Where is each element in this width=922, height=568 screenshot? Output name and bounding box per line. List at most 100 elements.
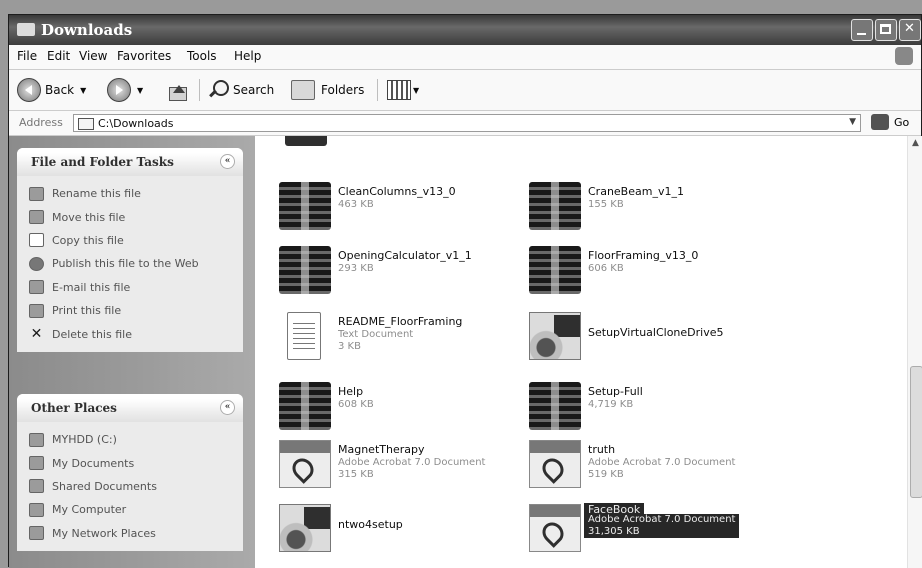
file-item[interactable]: FloorFraming_v13_0 606 KB (529, 242, 779, 298)
back-button[interactable]: Back ▼ (17, 76, 86, 104)
other-places-panel: Other Places « MYHDD (C:) My Documents S… (17, 394, 243, 551)
rar-archive-icon (279, 182, 331, 230)
back-dropdown-icon[interactable]: ▼ (80, 86, 86, 95)
task-label: Publish this file to the Web (52, 257, 199, 271)
place-my-computer[interactable]: My Computer (29, 498, 243, 521)
toolbar: Back ▼ ▼ Search Folders ▼ (9, 70, 921, 111)
file-item[interactable]: SetupVirtualCloneDrive5 (529, 308, 779, 364)
task-print[interactable]: Print this file (29, 299, 243, 322)
menu-tools[interactable]: Tools (187, 49, 217, 63)
close-button[interactable] (899, 19, 921, 41)
maximize-button[interactable] (875, 19, 897, 41)
file-item[interactable]: truth Adobe Acrobat 7.0 Document 519 KB (529, 436, 779, 492)
globe-icon (29, 256, 44, 271)
file-name: truth (588, 443, 616, 456)
network-places-icon (29, 526, 44, 541)
forward-arrow-icon (107, 78, 131, 102)
scroll-up-icon[interactable]: ▲ (912, 138, 919, 148)
file-name: ntwo4setup (338, 518, 403, 531)
file-name: SetupVirtualCloneDrive5 (588, 326, 724, 339)
collapse-icon[interactable]: « (220, 400, 235, 415)
file-item[interactable]: Help 608 KB (279, 378, 529, 434)
pdf-icon (529, 440, 581, 488)
file-item[interactable]: CraneBeam_v1_1 155 KB (529, 178, 779, 234)
go-button[interactable]: Go (871, 114, 909, 130)
file-list: CleanColumns_v13_0 463 KB CraneBeam_v1_1… (255, 136, 907, 568)
vertical-scrollbar[interactable]: ▲ (907, 136, 922, 568)
task-label: Copy this file (52, 233, 124, 247)
views-icon (387, 80, 411, 100)
file-name: CleanColumns_v13_0 (338, 185, 456, 198)
menu-file[interactable]: File (17, 49, 37, 63)
file-meta: 608 KB (338, 399, 374, 410)
menu-view[interactable]: View (79, 49, 107, 63)
title-bar[interactable]: Downloads (9, 15, 921, 45)
file-item[interactable]: MagnetTherapy Adobe Acrobat 7.0 Document… (279, 436, 529, 492)
file-name: Help (338, 385, 364, 398)
file-meta: Adobe Acrobat 7.0 Document 519 KB (588, 457, 736, 480)
panel-header[interactable]: Other Places « (17, 394, 243, 422)
my-documents-icon (29, 456, 44, 471)
file-name: FloorFraming_v13_0 (588, 249, 699, 262)
place-myhdd[interactable]: MYHDD (C:) (29, 428, 243, 451)
toolbar-separator (377, 79, 378, 101)
task-rename[interactable]: Rename this file (29, 182, 243, 205)
folder-icon (78, 118, 94, 130)
task-copy[interactable]: Copy this file (29, 229, 243, 252)
shared-documents-icon (29, 479, 44, 494)
back-arrow-icon (17, 78, 41, 102)
file-item[interactable]: OpeningCalculator_v1_1 293 KB (279, 242, 529, 298)
menu-favorites[interactable]: Favorites (117, 49, 171, 63)
window-title: Downloads (41, 21, 133, 39)
menu-help[interactable]: Help (234, 49, 261, 63)
file-meta: 4,719 KB (588, 399, 634, 410)
installer-icon (529, 312, 581, 360)
task-email[interactable]: E-mail this file (29, 276, 243, 299)
folders-label: Folders (321, 83, 365, 97)
copy-icon (29, 233, 44, 248)
folders-button[interactable]: Folders (291, 76, 364, 104)
place-label: My Network Places (52, 526, 156, 540)
email-icon (29, 280, 44, 295)
collapse-icon[interactable]: « (220, 154, 235, 169)
forward-dropdown-icon[interactable]: ▼ (137, 86, 143, 95)
file-item[interactable]: README_FloorFraming Text Document 3 KB (279, 308, 529, 364)
installer-icon (279, 504, 331, 552)
task-delete[interactable]: ✕ Delete this file (29, 322, 243, 345)
file-name: CraneBeam_v1_1 (588, 185, 684, 198)
address-value: C:\Downloads (98, 117, 174, 130)
search-button[interactable]: Search (207, 76, 274, 104)
go-arrow-icon (871, 114, 889, 130)
place-network[interactable]: My Network Places (29, 522, 243, 545)
minimize-button[interactable] (851, 19, 873, 41)
file-item[interactable]: ntwo4setup (279, 500, 529, 556)
drive-icon (29, 432, 44, 447)
partial-file-icon[interactable] (285, 136, 327, 146)
pdf-icon (529, 504, 581, 552)
windows-logo-icon (895, 47, 913, 65)
file-name: OpeningCalculator_v1_1 (338, 249, 472, 262)
panel-title: Other Places (31, 401, 117, 415)
up-folder-icon (167, 79, 187, 101)
pdf-icon (279, 440, 331, 488)
file-item[interactable]: CleanColumns_v13_0 463 KB (279, 178, 529, 234)
address-input[interactable]: C:\Downloads ▼ (73, 114, 861, 132)
file-item-selected[interactable]: FaceBook Adobe Acrobat 7.0 Document 31,30… (529, 500, 779, 556)
address-dropdown-icon[interactable]: ▼ (849, 117, 856, 127)
views-button[interactable]: ▼ (387, 76, 419, 104)
menu-edit[interactable]: Edit (47, 49, 70, 63)
forward-button[interactable]: ▼ (107, 76, 143, 104)
file-meta: Adobe Acrobat 7.0 Document 31,305 KB (584, 514, 740, 538)
place-my-documents[interactable]: My Documents (29, 451, 243, 474)
task-pane: File and Folder Tasks « Rename this file… (9, 136, 255, 568)
place-shared-documents[interactable]: Shared Documents (29, 475, 243, 498)
up-folder-button[interactable] (167, 76, 187, 104)
task-label: Print this file (52, 304, 122, 318)
scrollbar-thumb[interactable] (910, 366, 922, 498)
file-item[interactable]: Setup-Full 4,719 KB (529, 378, 779, 434)
task-move[interactable]: Move this file (29, 205, 243, 228)
task-publish[interactable]: Publish this file to the Web (29, 252, 243, 275)
task-label: Rename this file (52, 187, 141, 201)
panel-header[interactable]: File and Folder Tasks « (17, 148, 243, 176)
place-label: My Computer (52, 503, 127, 517)
